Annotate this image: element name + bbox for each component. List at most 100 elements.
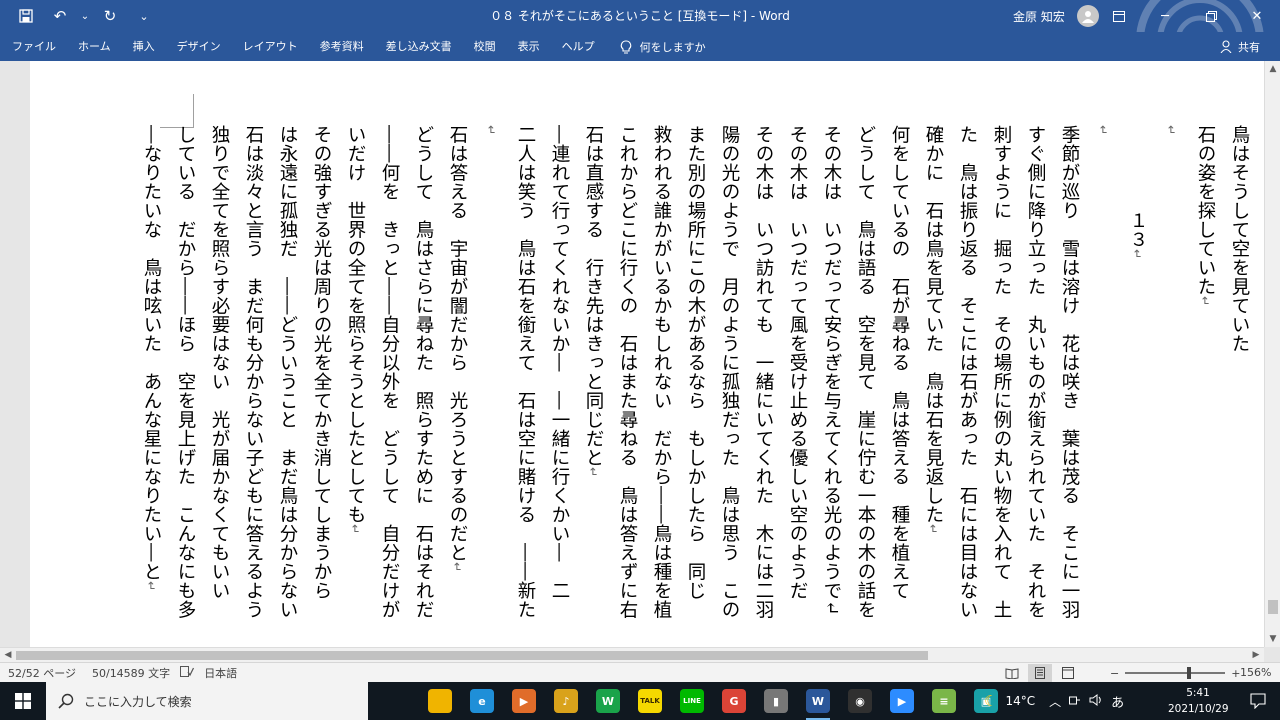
undo-icon[interactable]: ↶ — [44, 0, 76, 32]
vertical-scrollbar[interactable]: ▲ ▼ — [1264, 61, 1280, 647]
text-column[interactable]: 石は直感する 行き先はきっと同じだと↵ — [577, 125, 609, 478]
text-column[interactable]: 刺すように 掘った その場所に例の丸い物を入れて 土 — [985, 125, 1017, 619]
tab-references[interactable]: 参考資料 — [309, 32, 375, 61]
proofing-icon[interactable] — [178, 665, 196, 680]
tab-design[interactable]: デザイン — [166, 32, 232, 61]
zoom-slider-knob[interactable] — [1187, 667, 1192, 679]
text-column[interactable]: ―なりたいな 鳥は呟いた あんな星になりたい―と↵ — [135, 125, 167, 592]
tab-mailings[interactable]: 差し込み文書 — [375, 32, 463, 61]
taskbar-app-device[interactable]: ▮ — [756, 682, 796, 720]
taskbar-app-stack[interactable]: ≡ — [924, 682, 964, 720]
web-layout-icon[interactable] — [1056, 664, 1080, 682]
tell-me-box[interactable]: 何をしますか — [606, 39, 706, 55]
text-column[interactable]: 鳥はそうして空を見ていた — [1223, 125, 1255, 353]
vertical-scroll-thumb[interactable] — [1268, 600, 1278, 614]
read-mode-icon[interactable] — [1000, 664, 1024, 682]
weather-temp[interactable]: 14°C — [1005, 694, 1035, 708]
scroll-up-icon[interactable]: ▲ — [1265, 61, 1280, 77]
text-column[interactable]: ↵ — [1087, 125, 1119, 136]
undo-dropdown-icon[interactable]: ⌄ — [78, 0, 92, 32]
text-column[interactable]: その強すぎる光は周りの光を全てかき消してしまうから — [305, 125, 337, 600]
chapter-number[interactable]: １３↵ — [1121, 211, 1153, 260]
text-column[interactable]: 石は淡々と言う まだ何も分からない子どもに答えるよう — [237, 125, 269, 619]
taskbar-app-zoom[interactable]: ▶ — [882, 682, 922, 720]
text-column[interactable]: その木は いつ訪れても 一緒にいてくれた 木には二羽 — [747, 125, 779, 619]
scroll-down-icon[interactable]: ▼ — [1265, 631, 1280, 647]
network-icon[interactable] — [1069, 694, 1081, 709]
horizontal-scrollbar[interactable]: ◀ ▶ — [0, 647, 1264, 662]
tab-review[interactable]: 校閲 — [463, 32, 507, 61]
redo-icon[interactable]: ↻ — [94, 0, 126, 32]
text-column[interactable]: 救われる誰かがいるかもしれない だから――鳥は種を植 — [645, 125, 677, 619]
language[interactable]: 日本語 — [196, 665, 245, 681]
restore-icon[interactable] — [1188, 0, 1234, 32]
tab-home[interactable]: ホーム — [67, 32, 122, 61]
clock[interactable]: 5:41 2021/10/29 — [1168, 685, 1229, 717]
volume-icon[interactable] — [1089, 693, 1103, 709]
zoom-out-icon[interactable]: − — [1110, 667, 1119, 680]
text-column[interactable]: 石の姿を探していた↵ — [1189, 125, 1221, 307]
scroll-left-icon[interactable]: ◀ — [0, 648, 16, 663]
tab-layout[interactable]: レイアウト — [232, 32, 309, 61]
taskbar-app-w-app[interactable]: W — [588, 682, 628, 720]
windows-start-icon[interactable] — [0, 682, 46, 720]
text-column[interactable]: 陽の光のようで 月のように孤独だった 鳥は思う この — [713, 125, 745, 619]
text-column[interactable]: どうして 鳥は語る 空を見て 崖に佇む一本の木の話を — [849, 125, 881, 619]
close-icon[interactable]: ✕ — [1234, 0, 1280, 32]
word-count[interactable]: 50/14589 文字 — [84, 665, 178, 681]
text-column[interactable]: ↵ — [1155, 125, 1187, 136]
print-layout-icon[interactable] — [1028, 664, 1052, 682]
text-column[interactable]: している だから――ほら 空を見上げた こんなにも多 — [169, 125, 201, 619]
taskbar-app-media-player[interactable]: ▶ — [504, 682, 544, 720]
text-column[interactable]: ――何を きっと――自分以外を どうして 自分だけが — [373, 125, 405, 619]
save-icon[interactable] — [10, 0, 42, 32]
ribbon-display-options-icon[interactable] — [1096, 0, 1142, 32]
taskbar-app-obs[interactable]: ◉ — [840, 682, 880, 720]
text-column[interactable]: その木は いつだって風を受け止める優しい空のようだ — [781, 125, 813, 600]
taskbar-app-talk[interactable]: TALK — [630, 682, 670, 720]
customize-qat-button[interactable]: ⌄ — [128, 0, 160, 32]
text-column[interactable]: ↵ — [475, 125, 507, 136]
text-column[interactable]: た 鳥は振り返る そこには石があった 石には目はない — [951, 125, 983, 619]
text-column[interactable]: すぐ側に降り立った 丸いものが銜えられていた それを — [1019, 125, 1051, 619]
text-column[interactable]: 季節が巡り 雪は溶け 花は咲き 葉は茂る そこに一羽 — [1053, 125, 1085, 619]
text-column[interactable]: は永遠に孤独だ ――どういうこと まだ鳥は分からない — [271, 125, 303, 619]
text-column[interactable]: 確かに 石は鳥を見ていた 鳥は石を見返した↵ — [917, 125, 949, 535]
tab-help[interactable]: ヘルプ — [551, 32, 606, 61]
text-column[interactable]: どうして 鳥はさらに尋ねた 照らすために 石はそれだ — [407, 125, 439, 619]
document-page[interactable]: 鳥はそうして空を見ていた 石の姿を探していた↵ ↵ １３↵ ↵ 季節が巡り 雪は溶け 花は… — [30, 61, 1264, 647]
text-column[interactable]: 何をしているの 石が尋ねる 鳥は答える 種を植えて — [883, 125, 915, 600]
text-column[interactable]: これからどこに行くの 石はまた尋ねる 鳥は答えずに右 — [611, 125, 643, 619]
user-account[interactable]: 金原 知宏 — [1013, 0, 1099, 32]
ime-indicator[interactable]: あ — [1111, 692, 1124, 711]
text-column[interactable]: 独りで全てを照らす必要はない 光が届かなくてもいい — [203, 125, 235, 600]
taskbar-app-line[interactable]: LINE — [672, 682, 712, 720]
zoom-level[interactable]: 156% — [1240, 663, 1271, 683]
zoom-slider[interactable] — [1125, 667, 1226, 679]
share-button[interactable]: 共有 — [1220, 32, 1260, 61]
tab-file[interactable]: ファイル — [1, 32, 67, 61]
horizontal-scroll-thumb[interactable] — [16, 651, 928, 660]
minimize-icon[interactable]: ─ — [1142, 0, 1188, 32]
taskbar-search-box[interactable]: ここに入力して検索 — [46, 682, 368, 720]
page-count[interactable]: 52/52 ページ — [0, 665, 84, 681]
text-column[interactable]: 二人は笑う 鳥は石を銜えて 石は空に賭ける ――新た — [509, 125, 541, 619]
text-column[interactable]: その木は いつだって安らぎを与えてくれる光のようで↵ — [815, 125, 847, 616]
column-text: 石の姿を探していた — [1195, 125, 1216, 296]
weather-icon[interactable]: ☾ — [984, 692, 997, 710]
text-column[interactable]: また別の場所にこの木があるなら もしかしたら 同じ — [679, 125, 711, 600]
tray-overflow-icon[interactable]: ︿ — [1049, 693, 1061, 710]
text-column[interactable]: 石は答える 宇宙が闇だから 光ろうとするのだと↵ — [441, 125, 473, 573]
notification-icon[interactable] — [1236, 682, 1280, 720]
tab-view[interactable]: 表示 — [507, 32, 551, 61]
taskbar-app-edge[interactable]: e — [462, 682, 502, 720]
taskbar-app-file-explorer[interactable] — [420, 682, 460, 720]
document-area[interactable]: 鳥はそうして空を見ていた 石の姿を探していた↵ ↵ １３↵ ↵ 季節が巡り 雪は溶け 花は… — [0, 61, 1264, 647]
tab-insert[interactable]: 挿入 — [122, 32, 166, 61]
scroll-right-icon[interactable]: ▶ — [1248, 648, 1264, 663]
taskbar-app-music[interactable]: ♪ — [546, 682, 586, 720]
text-column[interactable]: いだけ 世界の全てを照らそうとしたとしても↵ — [339, 125, 371, 535]
taskbar-app-chrome[interactable]: G — [714, 682, 754, 720]
text-column[interactable]: ―連れて行ってくれないか― ―一緒に行くかい― 二 — [543, 125, 575, 600]
taskbar-app-word[interactable]: W — [798, 682, 838, 720]
